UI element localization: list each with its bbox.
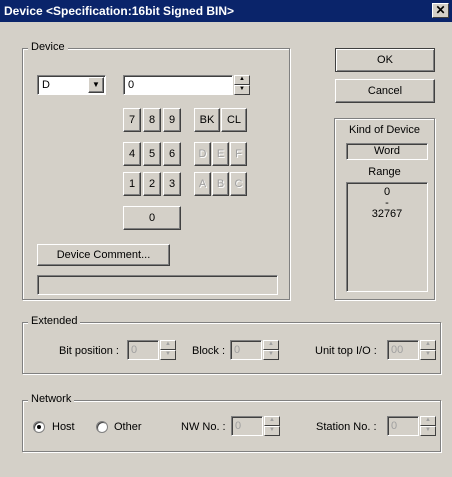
range-label: Range [368, 166, 401, 178]
unit-top-io-label: Unit top I/O : [315, 345, 377, 357]
key-5[interactable]: 5 [143, 142, 161, 166]
bit-position-input: 0 [127, 340, 159, 360]
kind-of-device-value: Word [346, 143, 428, 160]
spin-down-icon: ▼ [160, 350, 176, 360]
radio-selected-dot [37, 425, 41, 429]
device-comment-field [37, 275, 278, 295]
range-box: 0 - 32767 [346, 182, 428, 292]
device-group-legend: Device [28, 41, 68, 53]
key-3[interactable]: 3 [163, 172, 181, 196]
key-d: D [194, 142, 211, 166]
key-b: B [212, 172, 229, 196]
key-f: F [230, 142, 247, 166]
spin-up-icon: ▲ [420, 340, 436, 350]
key-8[interactable]: 8 [143, 108, 161, 132]
station-no-input: 0 [387, 416, 419, 436]
device-value-input[interactable]: 0 [123, 75, 233, 95]
key-4[interactable]: 4 [123, 142, 141, 166]
key-0[interactable]: 0 [123, 206, 181, 230]
key-1[interactable]: 1 [123, 172, 141, 196]
spin-down-icon[interactable]: ▼ [234, 85, 250, 95]
kind-of-device-label: Kind of Device [349, 124, 420, 136]
unit-top-io-spinner: ▲ ▼ [420, 340, 436, 360]
spin-down-icon: ▼ [263, 350, 279, 360]
key-7[interactable]: 7 [123, 108, 141, 132]
key-9[interactable]: 9 [163, 108, 181, 132]
station-no-spinner: ▲ ▼ [420, 416, 436, 436]
device-type-value: D [42, 79, 50, 91]
device-value-text: 0 [128, 79, 135, 91]
bit-position-spinner: ▲ ▼ [160, 340, 176, 360]
close-icon: ✕ [435, 3, 446, 17]
key-6[interactable]: 6 [163, 142, 181, 166]
spin-down-icon: ▼ [420, 350, 436, 360]
key-c: C [230, 172, 247, 196]
extended-group-legend: Extended [28, 315, 81, 327]
device-type-select[interactable]: D ▼ [37, 75, 106, 95]
key-e: E [212, 142, 229, 166]
nw-no-label: NW No. : [181, 421, 226, 433]
host-radio[interactable] [33, 421, 45, 433]
key-a: A [194, 172, 211, 196]
spin-up-icon: ▲ [160, 340, 176, 350]
spin-down-icon: ▼ [264, 426, 280, 436]
key-bk[interactable]: BK [194, 108, 220, 132]
cancel-button[interactable]: Cancel [335, 79, 435, 103]
title-bar: Device <Specification:16bit Signed BIN> [0, 0, 452, 22]
spin-up-icon: ▲ [263, 340, 279, 350]
block-label: Block : [192, 345, 226, 357]
spin-up-icon[interactable]: ▲ [234, 75, 250, 85]
key-2[interactable]: 2 [143, 172, 161, 196]
network-group-legend: Network [28, 393, 75, 405]
other-radio[interactable] [96, 421, 108, 433]
station-no-label: Station No. : [316, 421, 377, 433]
close-button[interactable]: ✕ [432, 3, 449, 18]
nw-no-input: 0 [231, 416, 263, 436]
chevron-down-icon[interactable]: ▼ [88, 77, 104, 93]
device-value-spinner[interactable]: ▲ ▼ [234, 75, 250, 95]
block-spinner: ▲ ▼ [263, 340, 279, 360]
ok-button[interactable]: OK [335, 48, 435, 72]
device-comment-button[interactable]: Device Comment... [37, 244, 170, 266]
bit-position-label: Bit position : [59, 345, 119, 357]
range-separator: - [385, 197, 389, 209]
host-label[interactable]: Host [52, 421, 75, 433]
spin-down-icon: ▼ [420, 426, 436, 436]
block-input: 0 [230, 340, 262, 360]
range-max: 32767 [371, 208, 403, 220]
unit-top-io-input: 00 [387, 340, 419, 360]
spin-up-icon: ▲ [264, 416, 280, 426]
nw-no-spinner: ▲ ▼ [264, 416, 280, 436]
key-cl[interactable]: CL [221, 108, 247, 132]
other-label[interactable]: Other [114, 421, 142, 433]
spin-up-icon: ▲ [420, 416, 436, 426]
window-title: Device <Specification:16bit Signed BIN> [4, 4, 235, 18]
